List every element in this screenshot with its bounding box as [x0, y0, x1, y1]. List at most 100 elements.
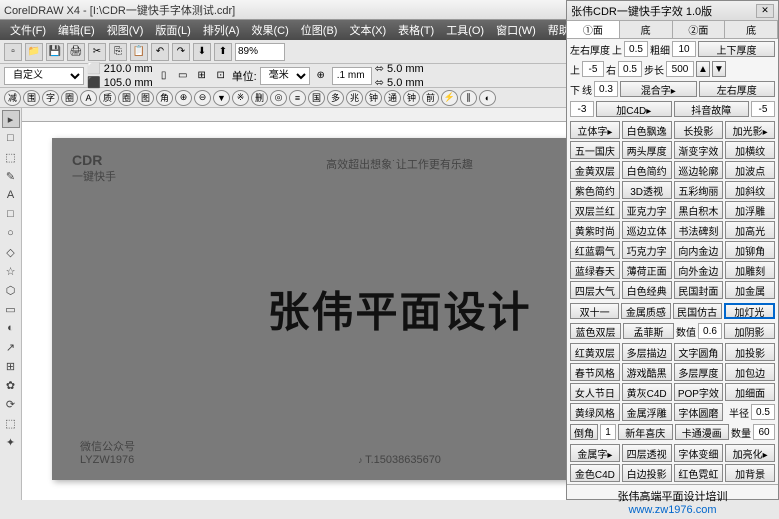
tool-13[interactable]: ⊞	[2, 357, 20, 375]
circle-tool-20[interactable]: 通	[384, 90, 401, 106]
btn-newyear[interactable]: 新年喜庆	[618, 424, 673, 440]
circle-tool-25[interactable]: ◐	[479, 90, 496, 106]
paste-icon[interactable]: 📋	[130, 43, 148, 61]
btn-glitch[interactable]: 抖音故障	[674, 101, 750, 117]
circle-tool-11[interactable]: ▼	[213, 90, 230, 106]
tool-16[interactable]: ⬚	[2, 414, 20, 432]
effect-btn-grid3-13[interactable]: 金属浮雕	[622, 403, 672, 421]
step-up-button[interactable]: ▲	[696, 61, 710, 77]
effect-btn-grid1-17[interactable]: 亚克力字	[622, 201, 672, 219]
tab-back2[interactable]: 底	[725, 21, 778, 38]
r7-v[interactable]	[751, 404, 775, 420]
effect-btn-grid1-13[interactable]: 3D透视	[622, 181, 672, 199]
save-icon[interactable]: 💾	[46, 43, 64, 61]
menu-edit[interactable]: 编辑(E)	[52, 20, 101, 40]
tool-17[interactable]: ✦	[2, 433, 20, 451]
effect-btn-grid1-30[interactable]: 向外金边	[674, 261, 724, 279]
circle-tool-3[interactable]: 圈	[61, 90, 78, 106]
effect-btn-grid3-14[interactable]: 字体圆磨	[674, 403, 724, 421]
plugin-close-button[interactable]: ✕	[756, 4, 774, 18]
tool-10[interactable]: ▭	[2, 300, 20, 318]
nudge-input[interactable]	[332, 67, 372, 85]
effect-btn-grid1-7[interactable]: 加横纹	[725, 141, 775, 159]
btn-blend[interactable]: 混合字▸	[620, 81, 697, 97]
effect-btn-grid3-1[interactable]: 多层描边	[622, 343, 672, 361]
circle-tool-17[interactable]: 多	[327, 90, 344, 106]
tab-face2[interactable]: ②面	[673, 21, 726, 38]
r2-v1[interactable]	[582, 61, 604, 77]
effect-btn-grid1-9[interactable]: 白色简约	[622, 161, 672, 179]
effect-btn-grid1-29[interactable]: 薄荷正面	[622, 261, 672, 279]
effect-btn-grid4-5[interactable]: 白边投影	[622, 464, 672, 482]
effect-btn-grid4-7[interactable]: 加背景	[725, 464, 775, 482]
tool-15[interactable]: ⟳	[2, 395, 20, 413]
btn-chamfer[interactable]: 倒角	[570, 424, 598, 440]
effect-btn-grid1-12[interactable]: 紫色简约	[570, 181, 620, 199]
effect-btn-grid1-4[interactable]: 五一国庆	[570, 141, 620, 159]
tool-12[interactable]: ↗	[2, 338, 20, 356]
circle-tool-4[interactable]: A	[80, 90, 97, 106]
print-icon[interactable]: 🖨	[67, 43, 85, 61]
r4-v[interactable]	[570, 101, 594, 117]
btn-metal[interactable]: 金属质感	[621, 303, 670, 319]
menu-bitmap[interactable]: 位图(B)	[295, 20, 344, 40]
r2-v3[interactable]	[666, 61, 694, 77]
circle-tool-15[interactable]: ≡	[289, 90, 306, 106]
r6-v[interactable]	[698, 323, 722, 339]
effect-btn-grid1-23[interactable]: 加高光	[725, 221, 775, 239]
menu-window[interactable]: 窗口(W)	[490, 20, 542, 40]
copy-icon[interactable]: ⎘	[109, 43, 127, 61]
circle-tool-1[interactable]: 围	[23, 90, 40, 106]
effect-btn-grid1-8[interactable]: 金黄双层	[570, 161, 620, 179]
tool-5[interactable]: □	[2, 205, 20, 223]
effect-btn-grid3-4[interactable]: 春节风格	[570, 363, 620, 381]
effect-btn-grid1-3[interactable]: 加光影▸	[725, 121, 775, 139]
effect-btn-grid4-3[interactable]: 加亮化▸	[725, 444, 775, 462]
circle-tool-13[interactable]: 删	[251, 90, 268, 106]
effect-btn-grid4-6[interactable]: 红色霓虹	[674, 464, 724, 482]
effect-btn-grid3-10[interactable]: POP字效	[674, 383, 724, 401]
open-icon[interactable]: 📁	[25, 43, 43, 61]
effect-btn-grid3-3[interactable]: 加投影	[725, 343, 775, 361]
r8-v2[interactable]	[753, 424, 775, 440]
tool-3[interactable]: ✎	[2, 167, 20, 185]
menu-file[interactable]: 文件(F)	[4, 20, 52, 40]
r1-v2[interactable]	[672, 41, 696, 57]
effect-btn-grid1-27[interactable]: 加铆角	[725, 241, 775, 259]
effect-btn-grid3-5[interactable]: 游戏酷黑	[622, 363, 672, 381]
effect-btn-grid3-6[interactable]: 多层厚度	[674, 363, 724, 381]
circle-tool-21[interactable]: 钟	[403, 90, 420, 106]
tab-back1[interactable]: 底	[620, 21, 673, 38]
effect-btn-grid1-33[interactable]: 白色经典	[622, 281, 672, 299]
effect-btn-grid1-31[interactable]: 加雕刻	[725, 261, 775, 279]
btn-memphis[interactable]: 孟菲斯	[623, 323, 674, 339]
btn-c4d[interactable]: 加C4D▸	[596, 101, 672, 117]
effect-btn-grid1-35[interactable]: 加金属	[725, 281, 775, 299]
effect-btn-grid3-0[interactable]: 红黄双层	[570, 343, 620, 361]
effect-btn-grid1-1[interactable]: 白色飘逸	[622, 121, 672, 139]
r3-v2[interactable]	[594, 81, 618, 97]
effect-btn-grid1-19[interactable]: 加浮雕	[725, 201, 775, 219]
circle-tool-23[interactable]: ⚡	[441, 90, 458, 106]
circle-tool-2[interactable]: 字	[42, 90, 59, 106]
effect-btn-grid4-1[interactable]: 四层透视	[622, 444, 672, 462]
btn-lr-thick[interactable]: 左右厚度	[699, 81, 776, 97]
menu-arrange[interactable]: 排列(A)	[197, 20, 246, 40]
effect-btn-grid1-18[interactable]: 黑白积木	[674, 201, 724, 219]
tool-1[interactable]: □	[2, 129, 20, 147]
circle-tool-7[interactable]: 图	[137, 90, 154, 106]
circle-tool-6[interactable]: 圈	[118, 90, 135, 106]
tool-11[interactable]: ◐	[2, 319, 20, 337]
menu-tools[interactable]: 工具(O)	[440, 20, 490, 40]
effect-btn-grid1-16[interactable]: 双层兰红	[570, 201, 620, 219]
menu-text[interactable]: 文本(X)	[343, 20, 392, 40]
tool-9[interactable]: ⬡	[2, 281, 20, 299]
circle-tool-24[interactable]: ∥	[460, 90, 477, 106]
pages2-icon[interactable]: ⊡	[213, 68, 229, 84]
effect-btn-grid1-10[interactable]: 巡边轮廓	[674, 161, 724, 179]
landscape-icon[interactable]: ▭	[175, 68, 191, 84]
effect-btn-grid3-2[interactable]: 文字圆角	[674, 343, 724, 361]
circle-tool-19[interactable]: 钟	[365, 90, 382, 106]
redo-icon[interactable]: ↷	[172, 43, 190, 61]
effect-btn-grid3-7[interactable]: 加包边	[725, 363, 775, 381]
